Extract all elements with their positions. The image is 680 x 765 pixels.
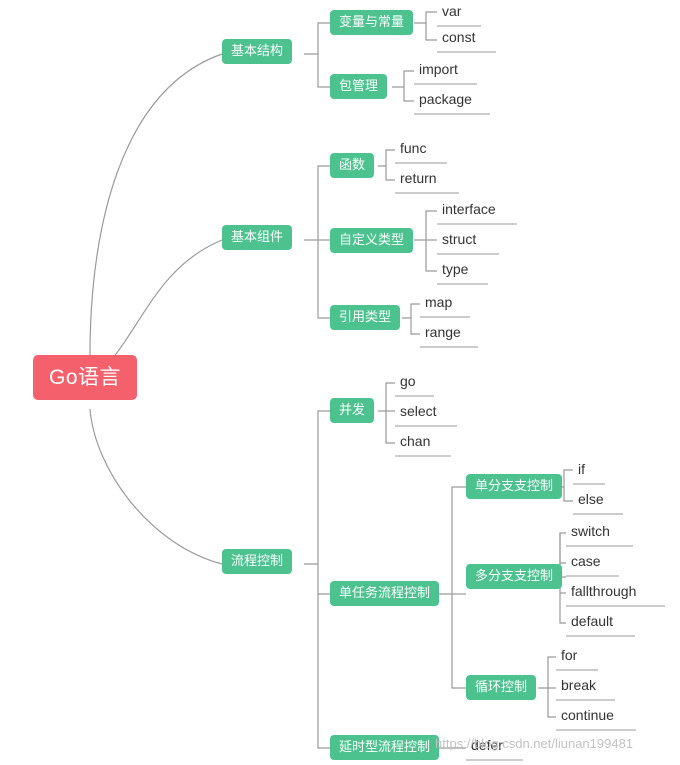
leaf-case[interactable]: case xyxy=(566,551,606,572)
edge-type-1 xyxy=(414,210,437,241)
node-variables-constants[interactable]: 变量与常量 xyxy=(330,10,414,35)
node-reference-types[interactable]: 引用类型 xyxy=(330,305,401,330)
node-single-task-flow-control[interactable]: 单任务流程控制 xyxy=(330,581,440,606)
edge-fc-defer xyxy=(317,594,330,749)
branch-flow-control[interactable]: 流程控制 xyxy=(222,549,293,574)
leaf-type[interactable]: type xyxy=(437,259,473,280)
edge-single-loop xyxy=(451,594,466,689)
node-functions[interactable]: 函数 xyxy=(330,153,375,178)
edge-single-if xyxy=(438,486,466,595)
edge-var-2 xyxy=(425,23,437,41)
edge-ref-2 xyxy=(410,318,420,335)
leaf-fallthrough[interactable]: fallthrough xyxy=(566,581,641,602)
branch-basic-structure[interactable]: 基本结构 xyxy=(222,39,293,64)
leaf-continue[interactable]: continue xyxy=(556,705,619,726)
node-package-management[interactable]: 包管理 xyxy=(330,74,388,99)
edge-if-2 xyxy=(563,487,573,502)
edge-root-to-basic-structure xyxy=(89,53,223,356)
leaf-default[interactable]: default xyxy=(566,611,618,632)
node-single-branch-control[interactable]: 单分支支控制 xyxy=(466,474,563,499)
leaf-go[interactable]: go xyxy=(395,371,421,392)
leaf-func[interactable]: func xyxy=(395,138,431,159)
node-custom-types[interactable]: 自定义类型 xyxy=(330,228,414,253)
edge-pkg-2 xyxy=(403,87,414,102)
edge-loop-3 xyxy=(547,688,556,718)
edge-conc-1 xyxy=(378,382,395,412)
edge-type-3 xyxy=(425,240,437,272)
edge-pkg-1 xyxy=(392,70,414,88)
leaf-range[interactable]: range xyxy=(420,322,466,343)
edge-func-1 xyxy=(378,149,395,167)
leaf-if[interactable]: if xyxy=(573,459,590,480)
watermark-text: https://blog.csdn.net/liunan199481 xyxy=(435,736,634,751)
leaf-chan[interactable]: chan xyxy=(395,431,435,452)
leaf-package[interactable]: package xyxy=(414,89,477,110)
leaf-var[interactable]: var xyxy=(437,1,466,22)
leaf-map[interactable]: map xyxy=(420,292,457,313)
root-node[interactable]: Go语言 xyxy=(33,355,138,401)
mindmap-canvas: Go语言 基本结构 变量与常量 var const 包管理 import pac… xyxy=(0,0,680,765)
edge-ref-1 xyxy=(402,303,420,319)
branch-basic-components[interactable]: 基本组件 xyxy=(222,225,293,250)
node-concurrency[interactable]: 并发 xyxy=(330,398,375,423)
edge-var-1 xyxy=(414,11,437,24)
leaf-for[interactable]: for xyxy=(556,645,582,666)
edge-bc-ref xyxy=(317,240,330,319)
leaf-else[interactable]: else xyxy=(573,489,609,510)
leaf-struct[interactable]: struct xyxy=(437,229,481,250)
edge-func-2 xyxy=(385,166,395,181)
edge-fc-concurrency xyxy=(304,410,330,565)
node-multi-branch-control[interactable]: 多分支支控制 xyxy=(466,564,563,589)
leaf-import[interactable]: import xyxy=(414,59,463,80)
edge-bs-pkg xyxy=(317,54,330,88)
leaf-switch[interactable]: switch xyxy=(566,521,615,542)
node-deferred-flow-control[interactable]: 延时型流程控制 xyxy=(330,735,440,760)
node-loop-control[interactable]: 循环控制 xyxy=(466,675,537,700)
leaf-interface[interactable]: interface xyxy=(437,199,501,220)
edge-conc-3 xyxy=(385,411,395,444)
leaf-const[interactable]: const xyxy=(437,27,480,48)
leaf-select[interactable]: select xyxy=(395,401,442,422)
edge-bc-func xyxy=(304,165,330,241)
leaf-return[interactable]: return xyxy=(395,168,442,189)
leaf-break[interactable]: break xyxy=(556,675,601,696)
edge-bs-var xyxy=(304,22,330,55)
edge-root-to-flow-control xyxy=(89,408,223,565)
edge-loop-1 xyxy=(538,656,556,689)
edge-fc-single xyxy=(317,564,330,595)
